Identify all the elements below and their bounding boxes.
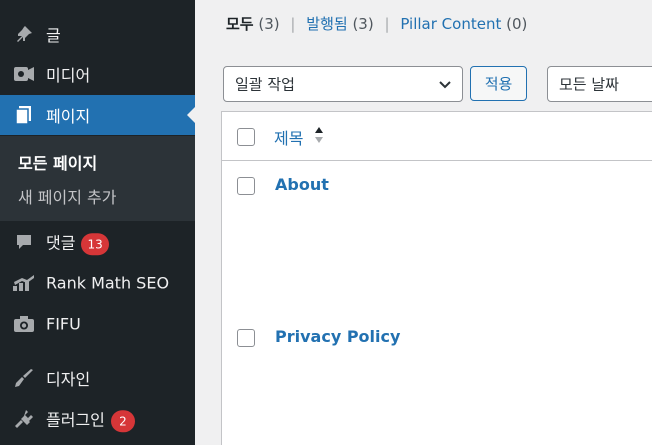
admin-sidebar: 글 미디어 페이지 모든 페이지 새 페이지 추가 댓글 13 Rank Math… [0,0,195,445]
sidebar-item-appearance[interactable]: 디자인 [0,358,195,398]
comment-icon [12,230,36,254]
pages-submenu: 모든 페이지 새 페이지 추가 [0,136,195,221]
sidebar-item-label: Rank Math SEO [46,273,170,293]
table-row: Privacy Policy [222,314,652,445]
camera-icon [12,312,36,336]
sidebar-item-label: 글 [46,26,61,45]
brush-icon [12,366,36,390]
sidebar-item-pages[interactable]: 페이지 [0,95,195,135]
filter-separator: | [290,15,296,33]
filter-pillar-count: (0) [506,15,528,33]
sort-icon[interactable] [314,126,324,144]
sidebar-item-fifu[interactable]: FIFU [0,304,195,344]
sidebar-item-label: 플러그인 2 [46,406,135,432]
date-filter-value: 모든 날짜 [559,75,619,94]
sidebar-item-comments[interactable]: 댓글 13 [0,222,195,262]
table-row: About [222,162,652,314]
rank-math-icon [12,271,36,295]
table-header: 제목 [222,112,652,161]
sidebar-item-posts[interactable]: 글 [0,14,195,54]
row-checkbox[interactable] [237,177,255,195]
sidebar-item-label: 디자인 [46,370,91,389]
filter-all-label[interactable]: 모두 [226,15,254,33]
status-filter-links: 모두 (3) | 발행됨 (3) | Pillar Content (0) [226,13,527,34]
filter-separator: | [384,15,390,33]
filter-all-count: (3) [258,15,280,33]
comments-label: 댓글 [46,233,76,253]
pin-icon [12,22,36,46]
submenu-all-pages[interactable]: 모든 페이지 [18,150,97,174]
sidebar-item-plugins[interactable]: 플러그인 2 [0,399,195,439]
media-icon [12,62,36,86]
sidebar-item-label: FIFU [46,314,81,334]
filter-published-link[interactable]: 발행됨 [306,15,347,33]
sidebar-item-label: 페이지 [46,107,91,126]
comments-count-badge: 13 [81,232,109,255]
plugins-update-badge: 2 [110,409,135,432]
submenu-add-new-page[interactable]: 새 페이지 추가 [18,184,117,208]
sidebar-item-label: 미디어 [46,66,91,85]
pages-table: 제목 About Privacy Policy [221,111,652,445]
filter-pillar-link[interactable]: Pillar Content [400,15,501,33]
main-content: 모두 (3) | 발행됨 (3) | Pillar Content (0) 일괄… [195,0,652,445]
date-filter-select[interactable]: 모든 날짜 [547,66,652,102]
row-checkbox[interactable] [237,329,255,347]
bulk-action-value: 일괄 작업 [235,75,295,94]
page-title-link[interactable]: About [275,175,329,194]
plugins-label: 플러그인 [46,410,105,430]
plugin-icon [12,407,36,431]
sidebar-item-label: 댓글 13 [46,229,109,255]
column-title-header[interactable]: 제목 [274,125,303,149]
filter-published-count: (3) [352,15,374,33]
select-all-checkbox[interactable] [237,128,255,146]
bulk-action-select[interactable]: 일괄 작업 [223,66,463,102]
sidebar-item-media[interactable]: 미디어 [0,54,195,94]
apply-button[interactable]: 적용 [470,66,527,101]
sidebar-item-rank-math[interactable]: Rank Math SEO [0,263,195,303]
chevron-down-icon [439,81,451,89]
page-title-link[interactable]: Privacy Policy [275,327,400,346]
pages-icon [12,103,36,127]
